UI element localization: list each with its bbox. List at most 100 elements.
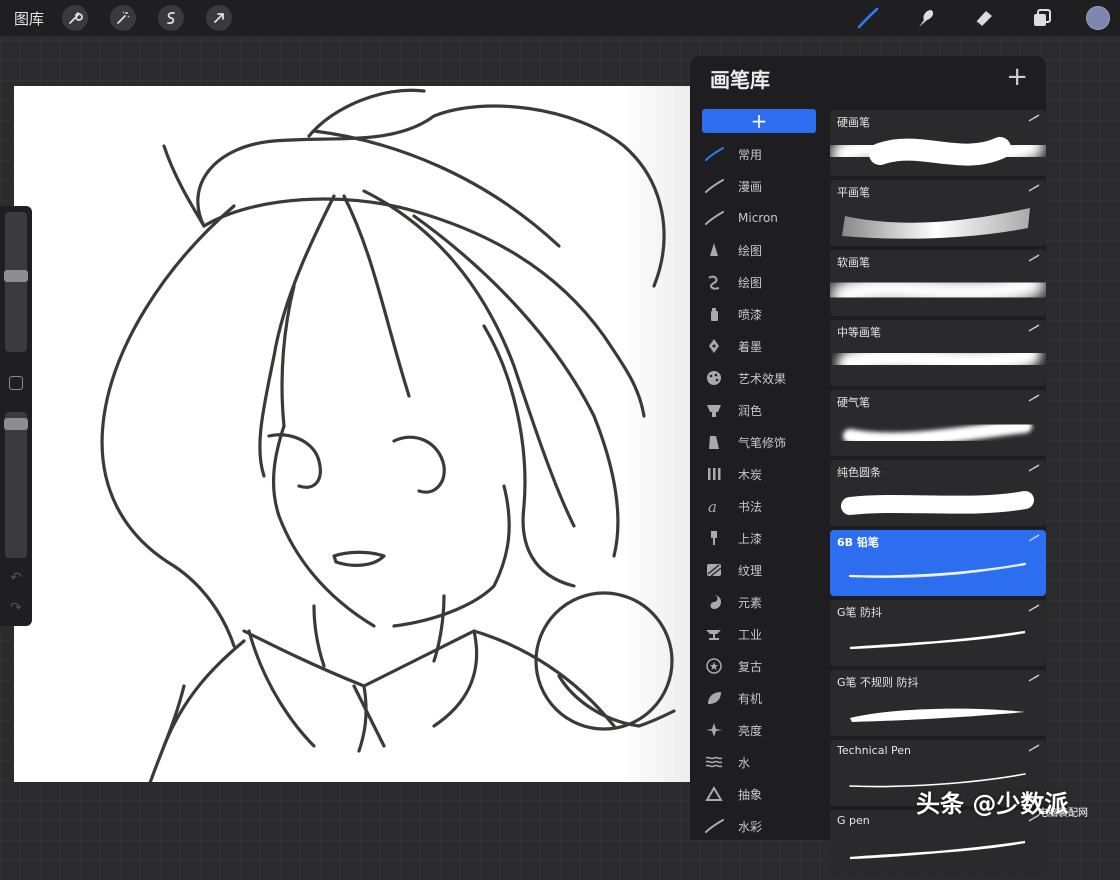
yin-yang-icon	[700, 592, 728, 612]
brush-category-item[interactable]: 绘图	[700, 234, 826, 266]
current-color-swatch[interactable]	[1086, 6, 1110, 30]
airbrush-icon	[700, 432, 728, 452]
brush-list: 硬画笔 平画笔 软画笔 中等画笔 硬气笔 纯色圆条 6B 铅笔 G笔 防抖 G笔 不规则 防抖 T…	[830, 110, 1046, 880]
brush-category-label: 书法	[738, 499, 763, 514]
brush-category-label: Micron	[738, 211, 778, 225]
right-tools	[854, 0, 1120, 36]
brush-category-item[interactable]: 着墨	[700, 330, 826, 362]
brush-category-label: 元素	[738, 595, 763, 610]
paint-brush-icon	[700, 528, 728, 548]
brush-category-label: 常用	[738, 147, 763, 162]
brush-category-item[interactable]: 水彩	[700, 810, 826, 842]
brush-category-item[interactable]: Micron	[700, 202, 826, 234]
line-art-drawing	[100, 88, 676, 782]
drawing-canvas[interactable]	[14, 86, 704, 782]
add-brush-button[interactable]: +	[1006, 62, 1028, 92]
brush-item[interactable]: 纯色圆条	[830, 460, 1046, 526]
opacity-slider[interactable]	[4, 412, 28, 558]
texture-icon	[700, 560, 728, 580]
brush-type-icon	[1028, 394, 1040, 402]
brush-item[interactable]: G笔 不规则 防抖	[830, 670, 1046, 736]
stroke-icon	[700, 816, 728, 836]
brush-category-label: 绘图	[738, 275, 763, 290]
brush-type-icon	[1028, 744, 1040, 752]
brush-stroke-preview	[837, 341, 1041, 377]
brush-category-label: 纹理	[738, 563, 763, 578]
brush-category-item[interactable]: 常用	[700, 138, 826, 170]
brush-category-item[interactable]: 上漆	[700, 522, 826, 554]
brush-category-item[interactable]: a 书法	[700, 490, 826, 522]
curl-icon	[700, 272, 728, 292]
brush-category-label: 漫画	[738, 179, 763, 194]
ink-nib-icon	[700, 336, 728, 356]
brush-category-item[interactable]: 有机	[700, 682, 826, 714]
watermark-site: 电脑装配网	[1038, 808, 1088, 819]
brush-category-label: 喷漆	[738, 307, 763, 322]
gallery-button[interactable]: 图库	[14, 8, 44, 29]
brush-size-slider[interactable]	[4, 212, 28, 352]
brush-stroke-preview	[830, 269, 1045, 311]
panel-title: 画笔库	[710, 68, 770, 92]
brush-stroke-preview	[831, 132, 1044, 170]
brush-stroke-preview	[841, 491, 1034, 515]
brush-type-icon	[1028, 464, 1040, 472]
brush-category-label: 抽象	[738, 787, 763, 802]
leaf-icon	[700, 688, 728, 708]
charcoal-icon	[700, 464, 728, 484]
eraser-icon[interactable]	[970, 4, 998, 32]
brush-stroke-preview	[850, 708, 1025, 722]
brush-category-item[interactable]: 绘图	[700, 266, 826, 298]
brush-icon[interactable]	[854, 4, 882, 32]
smudge-icon[interactable]	[912, 4, 940, 32]
brush-size-handle[interactable]	[4, 270, 28, 282]
brush-category-label: 绘图	[738, 243, 763, 258]
brush-item[interactable]: 硬气笔	[830, 390, 1046, 456]
brush-category-label: 复古	[738, 659, 763, 674]
brush-category-item[interactable]: 纹理	[700, 554, 826, 586]
brush-item[interactable]: 软画笔	[830, 250, 1046, 316]
add-category-button[interactable]: +	[702, 109, 816, 133]
layers-icon[interactable]	[1028, 4, 1056, 32]
brush-category-item[interactable]: 喷漆	[700, 298, 826, 330]
brush-type-icon	[1028, 254, 1040, 262]
brush-category-item[interactable]: 水	[700, 746, 826, 778]
redo-icon[interactable]: ↷	[8, 600, 24, 616]
calligraphy-icon: a	[700, 496, 728, 516]
brush-category-item[interactable]: 复古	[700, 650, 826, 682]
brush-category-item[interactable]: 抽象	[700, 778, 826, 810]
brush-item[interactable]: 平画笔	[830, 180, 1046, 246]
brush-category-label: 着墨	[738, 339, 763, 354]
brush-category-item[interactable]: 漫画	[700, 170, 826, 202]
anvil-icon	[700, 624, 728, 644]
magic-wand-icon[interactable]	[110, 5, 137, 31]
brush-item[interactable]: G pen	[830, 810, 1046, 876]
stroke-icon	[700, 208, 728, 228]
brush-category-item[interactable]: 工业	[700, 618, 826, 650]
brush-item[interactable]: 6B 铅笔	[830, 530, 1046, 596]
brush-category-label: 上漆	[738, 531, 763, 546]
undo-icon[interactable]: ↶	[8, 570, 24, 586]
stroke-icon	[700, 176, 728, 196]
brush-item[interactable]: 硬画笔	[830, 110, 1046, 176]
star-badge-icon	[700, 656, 728, 676]
brush-category-item[interactable]: 气笔修饰	[700, 426, 826, 458]
transform-arrow-icon[interactable]	[206, 5, 233, 31]
brush-category-item[interactable]: 艺术效果	[700, 362, 826, 394]
brush-item[interactable]: G笔 防抖	[830, 600, 1046, 666]
opacity-handle[interactable]	[4, 418, 28, 430]
brush-category-item[interactable]: 亮度	[700, 714, 826, 746]
brush-item[interactable]: 中等画笔	[830, 320, 1046, 386]
sponge-icon	[700, 400, 728, 420]
wrench-icon[interactable]	[62, 5, 89, 31]
brush-stroke-preview	[849, 630, 1026, 650]
brush-type-icon	[1028, 534, 1040, 542]
modify-button[interactable]	[9, 376, 23, 390]
selection-icon[interactable]	[158, 5, 185, 31]
brush-category-item[interactable]: 元素	[700, 586, 826, 618]
brush-category-item[interactable]: 木炭	[700, 458, 826, 490]
brush-category-item[interactable]: 润色	[700, 394, 826, 426]
waves-icon	[700, 752, 728, 772]
sparkle-icon	[700, 720, 728, 740]
brush-type-icon	[1028, 674, 1040, 682]
pencil-tip-icon	[700, 240, 728, 260]
